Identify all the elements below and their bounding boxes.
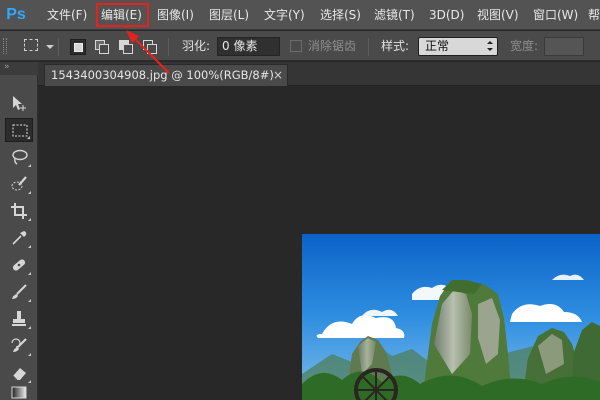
lasso-icon xyxy=(12,149,28,165)
new-selection-button[interactable] xyxy=(70,39,86,55)
eyedropper-tool[interactable] xyxy=(5,226,33,250)
options-bar: 羽化: 0 像素 消除锯齿 样式: 正常 宽度: xyxy=(0,31,600,61)
quick-selection-tool[interactable] xyxy=(5,172,33,196)
close-icon[interactable]: × xyxy=(271,68,285,82)
clone-stamp-tool[interactable] xyxy=(5,307,33,331)
menu-image[interactable]: 图像(I) xyxy=(157,0,194,30)
landscape-photo xyxy=(302,234,600,400)
brush-tool[interactable] xyxy=(5,280,33,304)
gradient-icon xyxy=(11,386,27,399)
move-icon xyxy=(13,96,26,111)
document-tab-strip: 1543400304908.jpg @ 100%(RGB/8#) × xyxy=(38,62,600,86)
clone-stamp-icon xyxy=(12,311,26,326)
menu-layer[interactable]: 图层(L) xyxy=(209,0,249,30)
separator xyxy=(368,38,369,56)
menu-window[interactable]: 窗口(W) xyxy=(533,0,578,30)
subtract-from-selection-button[interactable] xyxy=(118,39,134,55)
intersect-selection-button[interactable] xyxy=(142,39,158,55)
separator xyxy=(168,38,169,56)
lasso-tool[interactable] xyxy=(5,145,33,169)
select-arrows-icon xyxy=(487,41,493,53)
style-select-value: 正常 xyxy=(425,39,450,53)
add-to-selection-button[interactable] xyxy=(94,39,110,55)
document-image-karst-landscape[interactable] xyxy=(302,234,600,400)
menu-view[interactable]: 视图(V) xyxy=(477,0,519,30)
crop-tool[interactable] xyxy=(5,199,33,223)
antialias-checkbox[interactable] xyxy=(290,40,302,52)
gradient-tool[interactable] xyxy=(5,380,33,400)
history-brush-tool[interactable] xyxy=(5,334,33,358)
crop-icon xyxy=(11,203,27,219)
width-input[interactable] xyxy=(544,37,584,56)
separator xyxy=(58,38,59,56)
healing-brush-tool[interactable] xyxy=(5,253,33,277)
eyedropper-icon xyxy=(12,231,27,245)
style-select[interactable]: 正常 xyxy=(418,37,498,56)
feather-input[interactable]: 0 像素 xyxy=(217,37,280,56)
width-label: 宽度: xyxy=(510,39,539,53)
options-bar-grip[interactable] xyxy=(3,38,7,54)
edit-menu-highlight-box xyxy=(96,3,149,27)
menu-help[interactable]: 帮 xyxy=(588,0,600,30)
document-tab[interactable]: 1543400304908.jpg @ 100%(RGB/8#) × xyxy=(44,64,288,86)
toolbox-collapse-button[interactable]: » xyxy=(0,62,38,75)
menu-filter[interactable]: 滤镜(T) xyxy=(374,0,415,30)
antialias-label: 消除锯齿 xyxy=(308,39,357,53)
move-tool[interactable] xyxy=(5,91,33,115)
tool-preset-dropdown-icon[interactable] xyxy=(46,45,54,49)
document-tab-title: 1543400304908.jpg @ 100%(RGB/8#) xyxy=(51,68,274,82)
feather-label: 羽化: xyxy=(182,39,211,53)
menu-type[interactable]: 文字(Y) xyxy=(264,0,305,30)
toolbox xyxy=(0,75,38,400)
menu-select[interactable]: 选择(S) xyxy=(320,0,361,30)
brush-icon xyxy=(12,284,27,299)
rectangular-marquee-tool[interactable] xyxy=(5,118,33,142)
healing-brush-icon xyxy=(12,259,26,271)
history-brush-icon xyxy=(11,338,27,352)
photoshop-logo: Ps xyxy=(6,6,26,23)
quick-selection-icon xyxy=(11,176,27,191)
menu-bar: Ps 文件(F) 编辑(E) 图像(I) 图层(L) 文字(Y) 选择(S) 滤… xyxy=(0,0,600,30)
tool-preset-marquee-icon[interactable] xyxy=(24,39,38,51)
style-label: 样式: xyxy=(381,39,410,53)
menu-3d[interactable]: 3D(D) xyxy=(429,0,464,30)
menu-file[interactable]: 文件(F) xyxy=(47,0,87,30)
